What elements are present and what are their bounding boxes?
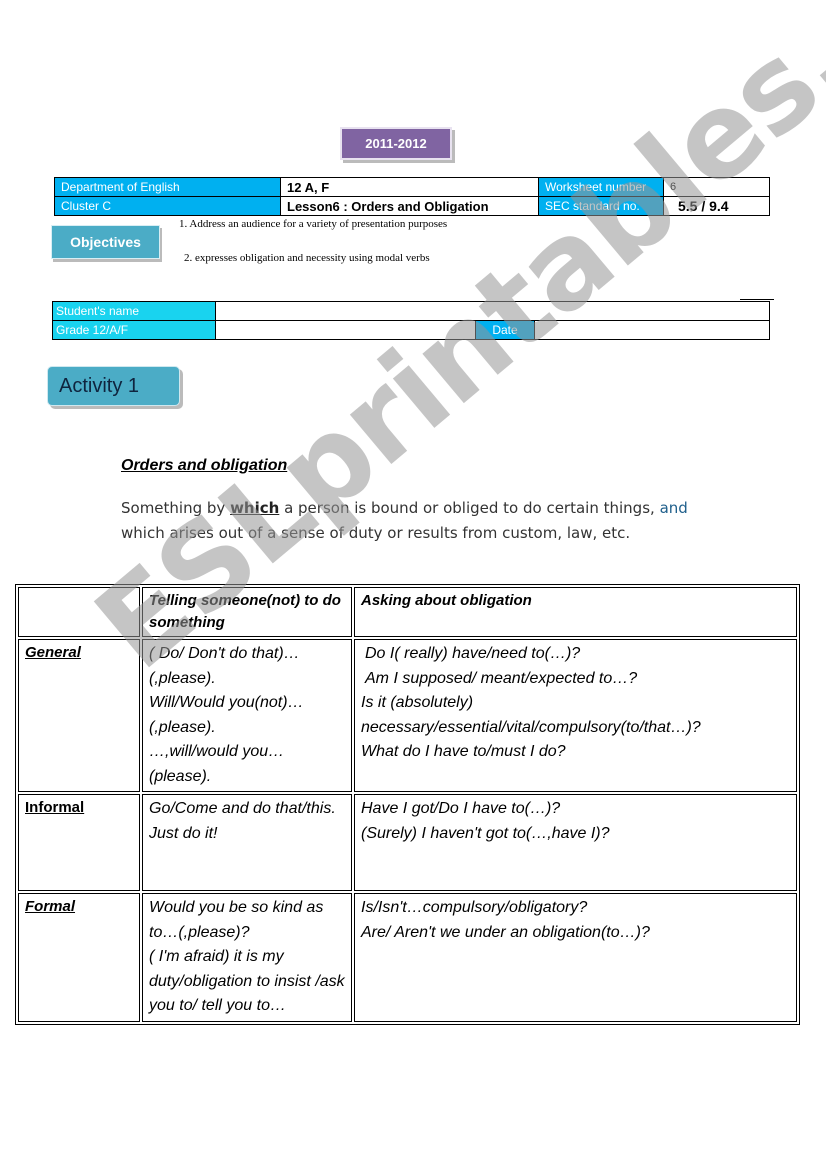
sec-standard-value: 5.5 / 9.4 bbox=[663, 196, 770, 216]
activity-label: Activity 1 bbox=[47, 366, 180, 406]
worksheet-number-value: 6 bbox=[663, 177, 770, 197]
class-value: 12 A, F bbox=[280, 177, 539, 197]
asking-cell: Have I got/Do I have to(…)? (Surely) I h… bbox=[354, 794, 797, 891]
sec-standard-label: SEC standard no. bbox=[538, 196, 664, 216]
telling-cell: ( Do/ Don't do that)…(,please). Will/Wou… bbox=[142, 639, 352, 792]
definition-keyword: which bbox=[230, 499, 280, 517]
worksheet-info-table: Department of English 12 A, F Worksheet … bbox=[54, 177, 770, 216]
department-label: Department of English bbox=[54, 177, 281, 197]
student-name-label: Student's name bbox=[52, 301, 216, 321]
expression: ( I'm afraid) it is my duty/obligation t… bbox=[149, 948, 345, 1014]
header-cell-empty bbox=[18, 587, 140, 637]
header-cell-asking: Asking about obligation bbox=[354, 587, 797, 637]
grade-label: Grade 12/A/F bbox=[52, 320, 216, 340]
student-info-table: Student's name Grade 12/A/F Date bbox=[52, 301, 770, 340]
expression: (Surely) I haven't got to(…,have I)? bbox=[361, 824, 610, 842]
telling-cell: Go/Come and do that/this. Just do it! bbox=[142, 794, 352, 891]
cluster-label: Cluster C bbox=[54, 196, 281, 216]
grade-field[interactable] bbox=[215, 320, 476, 340]
date-field[interactable] bbox=[534, 320, 770, 340]
objectives-label: Objectives bbox=[51, 225, 160, 259]
expression: Am I supposed/ meant/expected to…? bbox=[365, 669, 638, 687]
student-name-field[interactable] bbox=[215, 301, 770, 321]
date-label: Date bbox=[475, 320, 535, 340]
definition-part: Something by bbox=[121, 499, 231, 517]
row-label-informal: Informal bbox=[18, 794, 140, 891]
row-label-formal: Formal bbox=[18, 893, 140, 1022]
expression: Will/Would you(not)…(,please). bbox=[149, 694, 304, 736]
objective-item: 1. Address an audience for a variety of … bbox=[179, 218, 448, 230]
expression: Are/ Aren't we under an obligation(to…)? bbox=[361, 923, 650, 941]
expression: …,will/would you…(please). bbox=[149, 743, 285, 785]
expressions-table: Telling someone(not) to do something Ask… bbox=[15, 584, 800, 1025]
header-cell-telling: Telling someone(not) to do something bbox=[142, 587, 352, 637]
definition-part: which arises out of a sense of duty or r… bbox=[121, 523, 631, 542]
expression: Do I( really) have/need to(…)? bbox=[365, 645, 581, 662]
expression: Is/Isn't…compulsory/obligatory? bbox=[361, 899, 588, 916]
definition-and: and bbox=[659, 499, 688, 517]
expression: Just do it! bbox=[149, 824, 218, 842]
worksheet-number-label: Worksheet number bbox=[538, 177, 664, 197]
telling-cell: Would you be so kind as to…(,please)? ( … bbox=[142, 893, 352, 1022]
definition-part: a person is bound or obliged to do certa… bbox=[279, 499, 660, 517]
expression: Is it (absolutely) necessary/essential/v… bbox=[361, 694, 701, 736]
asking-cell: Do I( really) have/need to(…)? Am I supp… bbox=[354, 639, 797, 792]
table-header-row: Telling someone(not) to do something Ask… bbox=[18, 587, 797, 637]
divider bbox=[740, 299, 774, 300]
year-badge: 2011-2012 bbox=[340, 127, 452, 160]
objective-item: 2. expresses obligation and necessity us… bbox=[184, 252, 430, 264]
expression: ( Do/ Don't do that)…(,please). bbox=[149, 645, 300, 687]
table-row: Informal Go/Come and do that/this. Just … bbox=[18, 794, 797, 891]
table-row: Formal Would you be so kind as to…(,plea… bbox=[18, 893, 797, 1022]
expression: Go/Come and do that/this. bbox=[149, 800, 336, 817]
section-title: Orders and obligation bbox=[121, 457, 288, 474]
asking-cell: Is/Isn't…compulsory/obligatory? Are/ Are… bbox=[354, 893, 797, 1022]
row-label-general: General bbox=[18, 639, 140, 792]
expression: Would you be so kind as to…(,please)? bbox=[149, 899, 324, 941]
expression: Have I got/Do I have to(…)? bbox=[361, 800, 561, 817]
definition-text: Something by which a person is bound or … bbox=[121, 496, 711, 545]
expression: What do I have to/must I do? bbox=[361, 743, 566, 760]
table-row: General ( Do/ Don't do that)…(,please). … bbox=[18, 639, 797, 792]
lesson-value: Lesson6 : Orders and Obligation bbox=[280, 196, 539, 216]
